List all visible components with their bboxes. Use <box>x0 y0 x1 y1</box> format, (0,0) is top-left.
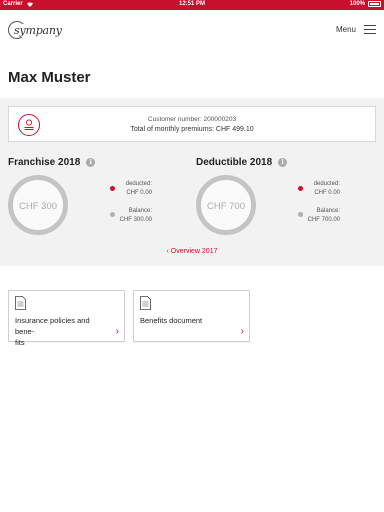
insurance-policies-label: Insurance policies and bene- fits <box>15 316 90 347</box>
info-icon[interactable]: i <box>278 158 288 167</box>
battery-percent: 100% <box>349 1 365 7</box>
franchise-deducted: deducted: CHF 0.00 <box>92 180 152 198</box>
franchise-balance: Balance: CHF 300.00 <box>92 207 152 225</box>
balance-label: Balance: <box>128 208 152 214</box>
deductible-balance: Balance: CHF 700.00 <box>280 207 340 225</box>
franchise-title-text: Franchise 2018 <box>8 157 81 168</box>
deductible-gauge: CHF 700 <box>196 175 256 235</box>
insurance-policies-card[interactable]: Insurance policies and bene- fits › <box>8 290 125 347</box>
deductible-gauge-value: CHF 700 <box>206 201 245 212</box>
person-icon <box>18 114 40 136</box>
benefits-document-card[interactable]: Benefits document › <box>133 290 250 342</box>
page-title: Max Muster <box>8 69 91 86</box>
deducted-label: deducted: <box>313 181 340 187</box>
status-bar: Carrier 12:51 PM 100% <box>0 0 384 10</box>
overview-2017-link[interactable]: ‹ Overview 2017 <box>0 248 384 255</box>
balance-value: CHF 300.00 <box>119 217 152 223</box>
franchise-gauge-value: CHF 300 <box>18 201 57 212</box>
chevron-right-icon: › <box>115 326 119 337</box>
balance-label: Balance: <box>316 208 340 214</box>
monthly-premiums: Total of monthly premiums: CHF 499.10 <box>130 126 254 133</box>
hamburger-icon <box>364 24 376 34</box>
customer-card: Customer number: 200000203 Total of mont… <box>8 106 376 142</box>
document-icon <box>15 296 26 310</box>
benefits-document-label: Benefits document <box>140 316 203 325</box>
menu-label: Menu <box>335 24 356 34</box>
info-icon[interactable]: i <box>86 158 96 167</box>
franchise-title: Franchise 2018 i <box>8 157 96 168</box>
battery-indicator: 100% <box>350 1 381 7</box>
navbar: sympany Menu <box>0 10 384 50</box>
chevron-left-icon: ‹ <box>166 248 169 255</box>
logo-text: sympany <box>14 24 64 37</box>
deductible-deducted: deducted: CHF 0.00 <box>280 180 340 198</box>
customer-number: Customer number: 200000203 <box>147 116 237 123</box>
document-icon <box>140 296 151 310</box>
menu-button[interactable]: Menu <box>336 24 376 34</box>
battery-icon <box>368 1 381 7</box>
deducted-label: deducted: <box>125 181 152 187</box>
overview-link-label: Overview 2017 <box>170 248 218 255</box>
deducted-value: CHF 0.00 <box>126 190 152 196</box>
deductible-title: Deductible 2018 i <box>196 157 288 168</box>
sympany-logo[interactable]: sympany <box>8 21 68 41</box>
status-time: 12:51 PM <box>178 1 205 7</box>
chevron-right-icon: › <box>240 326 244 337</box>
deducted-value: CHF 0.00 <box>314 190 340 196</box>
deductible-title-text: Deductible 2018 <box>196 157 273 168</box>
balance-value: CHF 700.00 <box>307 217 340 223</box>
franchise-gauge: CHF 300 <box>8 175 68 235</box>
